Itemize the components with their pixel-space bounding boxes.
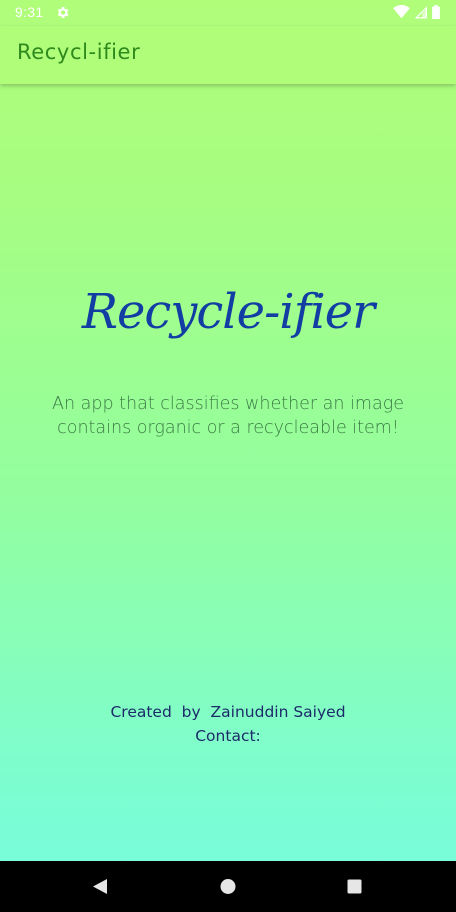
- wifi-icon: [393, 5, 410, 19]
- status-bar: 9:31: [0, 0, 456, 26]
- back-icon[interactable]: [92, 878, 108, 895]
- signal-icon: [415, 5, 427, 18]
- battery-icon: [432, 5, 440, 19]
- contact-text: Contact:: [195, 727, 261, 745]
- app-bar: Recycl-ifier: [0, 26, 456, 84]
- recents-icon[interactable]: [347, 878, 362, 895]
- app-title: Recycl-ifier: [17, 40, 141, 64]
- created-by-text: Created by Zainuddin Saiyed: [110, 703, 346, 721]
- hero-title: Recycle-ifier: [81, 284, 375, 340]
- navigation-bar: [0, 861, 456, 912]
- credits: Created by Zainuddin Saiyed Contact:: [0, 700, 456, 748]
- gear-icon: [57, 7, 69, 18]
- status-time: 9:31: [15, 4, 44, 20]
- home-icon[interactable]: [220, 878, 236, 895]
- app-description: An app that classifies whether an image …: [52, 394, 404, 438]
- status-icons: [393, 5, 440, 19]
